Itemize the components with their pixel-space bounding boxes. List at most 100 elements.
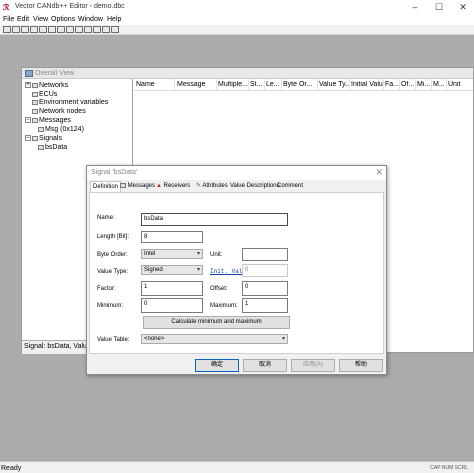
column-header-length[interactable]: Le... [266, 81, 280, 88]
column-separator[interactable] [174, 79, 175, 91]
value-table-label: Value Table: [97, 337, 130, 343]
tree-label: Environment variables [39, 99, 109, 106]
tree-item-networks[interactable]: + Networks [22, 81, 133, 90]
column-header-start-bit[interactable]: St... [250, 81, 264, 88]
column-separator[interactable] [399, 79, 400, 91]
column-header-offset[interactable]: Of... [401, 81, 415, 88]
length-field[interactable]: 8 [141, 231, 203, 243]
column-header-byte-order[interactable]: Byte Or... [283, 81, 316, 88]
toolbar-open-icon[interactable] [12, 26, 20, 33]
factor-field[interactable]: 1 [141, 281, 203, 296]
toolbar-list-icon[interactable] [102, 26, 110, 33]
value-type-select[interactable]: Signed ▾ [141, 265, 203, 275]
menu-options[interactable]: Options [51, 15, 75, 25]
value-table-select[interactable]: <none> ▾ [141, 334, 288, 344]
toolbar-save-icon[interactable] [21, 26, 29, 33]
column-header-minimum[interactable]: Mi... [417, 81, 431, 88]
tab-receivers-label: Receivers [163, 183, 191, 189]
menu-view[interactable]: View [33, 15, 48, 25]
tree-item-msg[interactable]: Msg (0x124) [22, 125, 133, 134]
toolbar-help-icon[interactable] [111, 26, 119, 33]
tab-messages-label: Messages [127, 183, 156, 189]
tree-item-bsdata[interactable]: bsData [22, 143, 133, 152]
dialog-close-icon[interactable]: ✕ [375, 167, 383, 178]
column-header-initial-value[interactable]: Initial Valu... [351, 81, 383, 88]
offset-field[interactable]: 0 [242, 281, 288, 296]
unit-field[interactable] [242, 248, 288, 261]
tree-label: Network nodes [39, 108, 86, 115]
menu-bar: File Edit View Options Window Help [0, 15, 474, 25]
toolbar-find-icon[interactable] [75, 26, 83, 33]
tree-item-signals[interactable]: − Signals [22, 134, 133, 143]
tree-item-network-nodes[interactable]: Network nodes [22, 107, 133, 116]
expand-icon[interactable]: + [25, 82, 31, 88]
column-header-unit[interactable]: Unit [448, 81, 470, 88]
value-type-value: Signed [144, 267, 163, 273]
toolbar-paste-icon[interactable] [48, 26, 56, 33]
column-separator[interactable] [317, 79, 318, 91]
cancel-button[interactable]: 取消 [243, 359, 287, 372]
column-separator[interactable] [446, 79, 447, 91]
column-separator[interactable] [415, 79, 416, 91]
toolbar [0, 25, 474, 35]
column-header-multiplexer[interactable]: Multiple... [218, 81, 248, 88]
dialog-titlebar[interactable]: Signal 'bsData' ✕ [87, 166, 386, 180]
tab-definition[interactable]: Definition [90, 181, 122, 192]
tab-comment[interactable]: Comment [275, 181, 305, 192]
menu-help[interactable]: Help [107, 15, 121, 25]
app-titlebar: ℛ Vector CANdb++ Editor - demo.dbc – ☐ ✕ [0, 0, 474, 15]
tree-item-messages[interactable]: − Messages [22, 116, 133, 125]
tab-attributes-label: Attributes [202, 183, 228, 189]
calculate-min-max-button[interactable]: Calculate minimum and maximum [143, 316, 290, 329]
toolbar-copy-icon[interactable] [39, 26, 47, 33]
ecu-icon [32, 92, 38, 97]
signal-icon [32, 136, 38, 141]
factor-label: Factor: [97, 286, 116, 292]
minimize-button[interactable]: – [404, 0, 426, 15]
tab-value-descriptions[interactable]: Value Descriptions [228, 181, 282, 192]
column-separator[interactable] [216, 79, 217, 91]
collapse-icon[interactable]: − [25, 117, 31, 123]
window-icon [25, 70, 33, 77]
toolbar-properties-icon[interactable] [66, 26, 74, 33]
app-title: Vector CANdb++ Editor - demo.dbc [15, 3, 125, 10]
column-header-value-type[interactable]: Value Ty... [319, 81, 349, 88]
minimum-label: Minimum: [97, 303, 124, 309]
overall-view-titlebar[interactable]: Overall View [22, 68, 473, 79]
menu-file[interactable]: File [3, 15, 14, 25]
column-header-factor[interactable]: Fa... [385, 81, 399, 88]
apply-button[interactable]: 应用(A) [291, 359, 335, 372]
ok-button[interactable]: 确定 [195, 359, 239, 372]
toolbar-tree-icon[interactable] [93, 26, 101, 33]
column-header-name[interactable]: Name [136, 81, 174, 88]
overall-view-title: Overall View [35, 70, 75, 77]
toolbar-cut-icon[interactable] [30, 26, 38, 33]
name-label: Name: [97, 215, 115, 221]
toolbar-new-icon[interactable] [3, 26, 11, 33]
menu-edit[interactable]: Edit [17, 15, 29, 25]
column-separator[interactable] [264, 79, 265, 91]
column-separator[interactable] [431, 79, 432, 91]
column-separator[interactable] [383, 79, 384, 91]
tab-messages[interactable]: Messages [118, 181, 157, 192]
tab-receivers[interactable]: ▲ Receivers [154, 181, 192, 192]
column-separator[interactable] [349, 79, 350, 91]
close-button[interactable]: ✕ [452, 0, 474, 15]
column-header-maximum[interactable]: M... [433, 81, 446, 88]
column-separator[interactable] [248, 79, 249, 91]
maximize-button[interactable]: ☐ [428, 0, 450, 15]
name-field[interactable]: bsData [141, 213, 288, 226]
toolbar-delete-icon[interactable] [57, 26, 65, 33]
toolbar-view-icon[interactable] [84, 26, 92, 33]
init-value-field[interactable]: 0 [242, 264, 288, 277]
menu-window[interactable]: Window [78, 15, 103, 25]
tab-attributes[interactable]: ✎ Attributes [194, 181, 230, 192]
byte-order-select[interactable]: Intel ▾ [141, 249, 203, 259]
column-header-message[interactable]: Message [177, 81, 215, 88]
help-button[interactable]: 帮助 [339, 359, 383, 372]
tree-item-environment-variables[interactable]: Environment variables [22, 98, 133, 107]
minimum-field[interactable]: 0 [141, 298, 203, 313]
column-separator[interactable] [281, 79, 282, 91]
maximum-field[interactable]: 1 [242, 298, 288, 313]
collapse-icon[interactable]: − [25, 135, 31, 141]
